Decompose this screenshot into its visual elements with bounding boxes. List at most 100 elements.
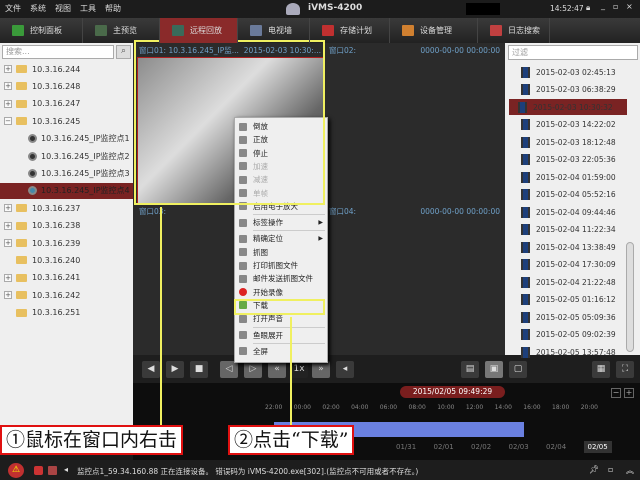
record-item[interactable]: 2015-02-05 09:02:39 bbox=[512, 327, 630, 343]
tree-item[interactable]: 10.3.16.245_IP监控点4 bbox=[0, 182, 133, 199]
record-item[interactable]: 2015-02-04 09:44:46 bbox=[512, 204, 630, 220]
tree-item[interactable]: − 10.3.16.245 bbox=[0, 113, 133, 129]
tree-item[interactable]: 10.3.16.240 bbox=[0, 252, 133, 268]
fullscreen-icon[interactable]: ⛶ bbox=[616, 361, 634, 378]
expand-toggle-icon[interactable]: + bbox=[4, 291, 12, 300]
window-04-header[interactable]: 窗口04: 0000-00-00 00:00:00 bbox=[326, 205, 504, 218]
record-item[interactable]: 2015-02-04 13:38:49 bbox=[512, 239, 630, 255]
window-02-header[interactable]: 窗口02: 0000-00-00 00:00:00 bbox=[326, 44, 504, 57]
expand-toggle-icon[interactable]: + bbox=[4, 221, 12, 230]
context-menu-item-15[interactable]: 鱼眼展开 bbox=[235, 329, 327, 342]
search-input[interactable]: 搜索... bbox=[2, 45, 114, 59]
day-tab-02-05[interactable]: 02/05 bbox=[583, 441, 612, 453]
context-menu-item-16[interactable]: 全屏 bbox=[235, 345, 327, 358]
tab-5[interactable]: 设备管理 bbox=[390, 18, 478, 43]
reverse-play-button[interactable]: ◀ bbox=[142, 361, 160, 378]
tree-item[interactable]: +10.3.16.248 bbox=[0, 78, 133, 94]
lock-button[interactable]: 🔒︎ bbox=[586, 3, 590, 13]
record-item[interactable]: 2015-02-05 01:16:12 bbox=[512, 292, 630, 308]
day-tab-02-04[interactable]: 02/04 bbox=[546, 443, 566, 451]
warning-icon[interactable]: ⚠ bbox=[8, 463, 24, 478]
expand-toggle-icon[interactable]: − bbox=[4, 117, 12, 126]
tree-item[interactable]: +10.3.16.244 bbox=[0, 61, 133, 77]
zoom-in-button[interactable]: + bbox=[624, 388, 634, 398]
context-menu-item-11[interactable]: 邮件发送抓图文件 bbox=[235, 272, 327, 285]
menu-0[interactable]: 文件 bbox=[5, 3, 21, 14]
record-item[interactable]: 2015-02-03 18:12:48 bbox=[512, 134, 630, 150]
expand-toggle-icon[interactable]: + bbox=[4, 204, 12, 213]
volume-icon[interactable]: ◂ bbox=[336, 361, 354, 378]
tree-item[interactable]: 10.3.16.251 bbox=[0, 305, 133, 321]
tab-4[interactable]: 存储计划 bbox=[310, 18, 390, 43]
play-button[interactable]: ▶ bbox=[166, 361, 184, 378]
pin-icon[interactable]: 📌︎ bbox=[589, 465, 599, 474]
record-item[interactable]: 2015-02-05 13:57:48 bbox=[512, 344, 630, 360]
record-item[interactable]: 2015-02-03 06:38:29 bbox=[512, 82, 630, 98]
record-item[interactable]: 2015-02-03 22:05:36 bbox=[512, 152, 630, 168]
expand-icon[interactable]: ︽ bbox=[626, 465, 634, 476]
fast-button[interactable]: » bbox=[312, 361, 330, 378]
vca-icon[interactable]: ▢ bbox=[509, 361, 527, 378]
tree-item[interactable]: +10.3.16.237 bbox=[0, 200, 133, 216]
context-menu-item-8[interactable]: 精确定位 ▶ bbox=[235, 232, 327, 245]
record-item[interactable]: 2015-02-04 01:59:00 bbox=[512, 169, 630, 185]
tab-icon bbox=[490, 25, 502, 36]
expand-toggle-icon[interactable]: + bbox=[4, 99, 12, 108]
record-item[interactable]: 2015-02-04 21:22:48 bbox=[512, 274, 630, 290]
tree-item[interactable]: +10.3.16.247 bbox=[0, 96, 133, 112]
record-item[interactable]: 2015-02-03 14:22:02 bbox=[512, 117, 630, 133]
tab-6[interactable]: 日志搜索 bbox=[478, 18, 550, 43]
search-icon[interactable]: ⌕ bbox=[116, 45, 131, 59]
record-item[interactable]: 2015-02-03 10:30:32 bbox=[509, 99, 627, 115]
close-button[interactable]: × bbox=[626, 2, 633, 11]
tree-item[interactable]: 10.3.16.245_IP监控点2 bbox=[0, 148, 133, 164]
menu-3[interactable]: 工具 bbox=[80, 3, 96, 14]
context-menu-item-10[interactable]: 打印抓图文件 bbox=[235, 259, 327, 272]
day-tab-02-03[interactable]: 02/03 bbox=[509, 443, 529, 451]
record-item[interactable]: 2015-02-04 05:52:16 bbox=[512, 187, 630, 203]
tree-item[interactable]: 10.3.16.245_IP监控点3 bbox=[0, 165, 133, 181]
tab-0[interactable]: 控制面板 bbox=[0, 18, 83, 43]
tree-item[interactable]: 10.3.16.245_IP监控点1 bbox=[0, 131, 133, 147]
maximize-button[interactable]: ▫ bbox=[613, 2, 618, 11]
record-item[interactable]: 2015-02-05 05:09:36 bbox=[512, 309, 630, 325]
sound-icon[interactable]: ◂ bbox=[64, 465, 68, 474]
record-item[interactable]: 2015-02-04 11:22:34 bbox=[512, 222, 630, 238]
expand-toggle-icon[interactable]: + bbox=[4, 273, 12, 282]
layout-icon[interactable]: ▦ bbox=[592, 361, 610, 378]
filter-input[interactable]: 过滤 bbox=[508, 45, 638, 60]
expand-toggle-icon[interactable]: + bbox=[4, 65, 12, 73]
tab-1[interactable]: 主预览 bbox=[83, 18, 160, 43]
context-menu-item-9[interactable]: 抓图 bbox=[235, 246, 327, 259]
context-menu-item-7[interactable]: 标签操作 ▶ bbox=[235, 216, 327, 229]
frame-back-button[interactable]: ◁ bbox=[220, 361, 238, 378]
expand-toggle-icon[interactable]: + bbox=[4, 239, 12, 247]
event-icon[interactable] bbox=[48, 466, 57, 475]
capture-icon[interactable]: ▣ bbox=[485, 361, 503, 378]
frame-forward-button[interactable]: ▷ bbox=[244, 361, 262, 378]
tab-2[interactable]: 远程回放 bbox=[160, 18, 238, 43]
day-tab-01-31[interactable]: 01/31 bbox=[396, 443, 416, 451]
tree-item[interactable]: +10.3.16.241 bbox=[0, 270, 133, 286]
menu-2[interactable]: 视图 bbox=[55, 3, 71, 14]
menu-1[interactable]: 系统 bbox=[30, 3, 46, 14]
expand-toggle-icon[interactable]: + bbox=[4, 82, 12, 91]
alarm-icon[interactable] bbox=[34, 466, 43, 475]
context-menu-item-12[interactable]: 开始录像 bbox=[235, 286, 327, 299]
slow-button[interactable]: « bbox=[268, 361, 286, 378]
tree-item[interactable]: +10.3.16.239 bbox=[0, 235, 133, 251]
stop-button[interactable]: ■ bbox=[190, 361, 208, 378]
record-item[interactable]: 2015-02-03 02:45:13 bbox=[512, 64, 630, 80]
minimize-button[interactable]: _ bbox=[601, 1, 605, 10]
tree-item[interactable]: +10.3.16.238 bbox=[0, 218, 133, 234]
clip-icon[interactable]: ▤ bbox=[461, 361, 479, 378]
menu-4[interactable]: 帮助 bbox=[105, 3, 121, 14]
day-tab-02-02[interactable]: 02/02 bbox=[471, 443, 491, 451]
zoom-out-button[interactable]: − bbox=[611, 388, 621, 398]
restore-icon[interactable]: ▫ bbox=[608, 465, 613, 474]
day-tab-02-01[interactable]: 02/01 bbox=[434, 443, 454, 451]
record-item[interactable]: 2015-02-04 17:30:09 bbox=[512, 257, 630, 273]
tree-item[interactable]: +10.3.16.242 bbox=[0, 287, 133, 303]
tab-3[interactable]: 电视墙 bbox=[238, 18, 310, 43]
record-time: 2015-02-05 05:09:36 bbox=[536, 312, 616, 322]
